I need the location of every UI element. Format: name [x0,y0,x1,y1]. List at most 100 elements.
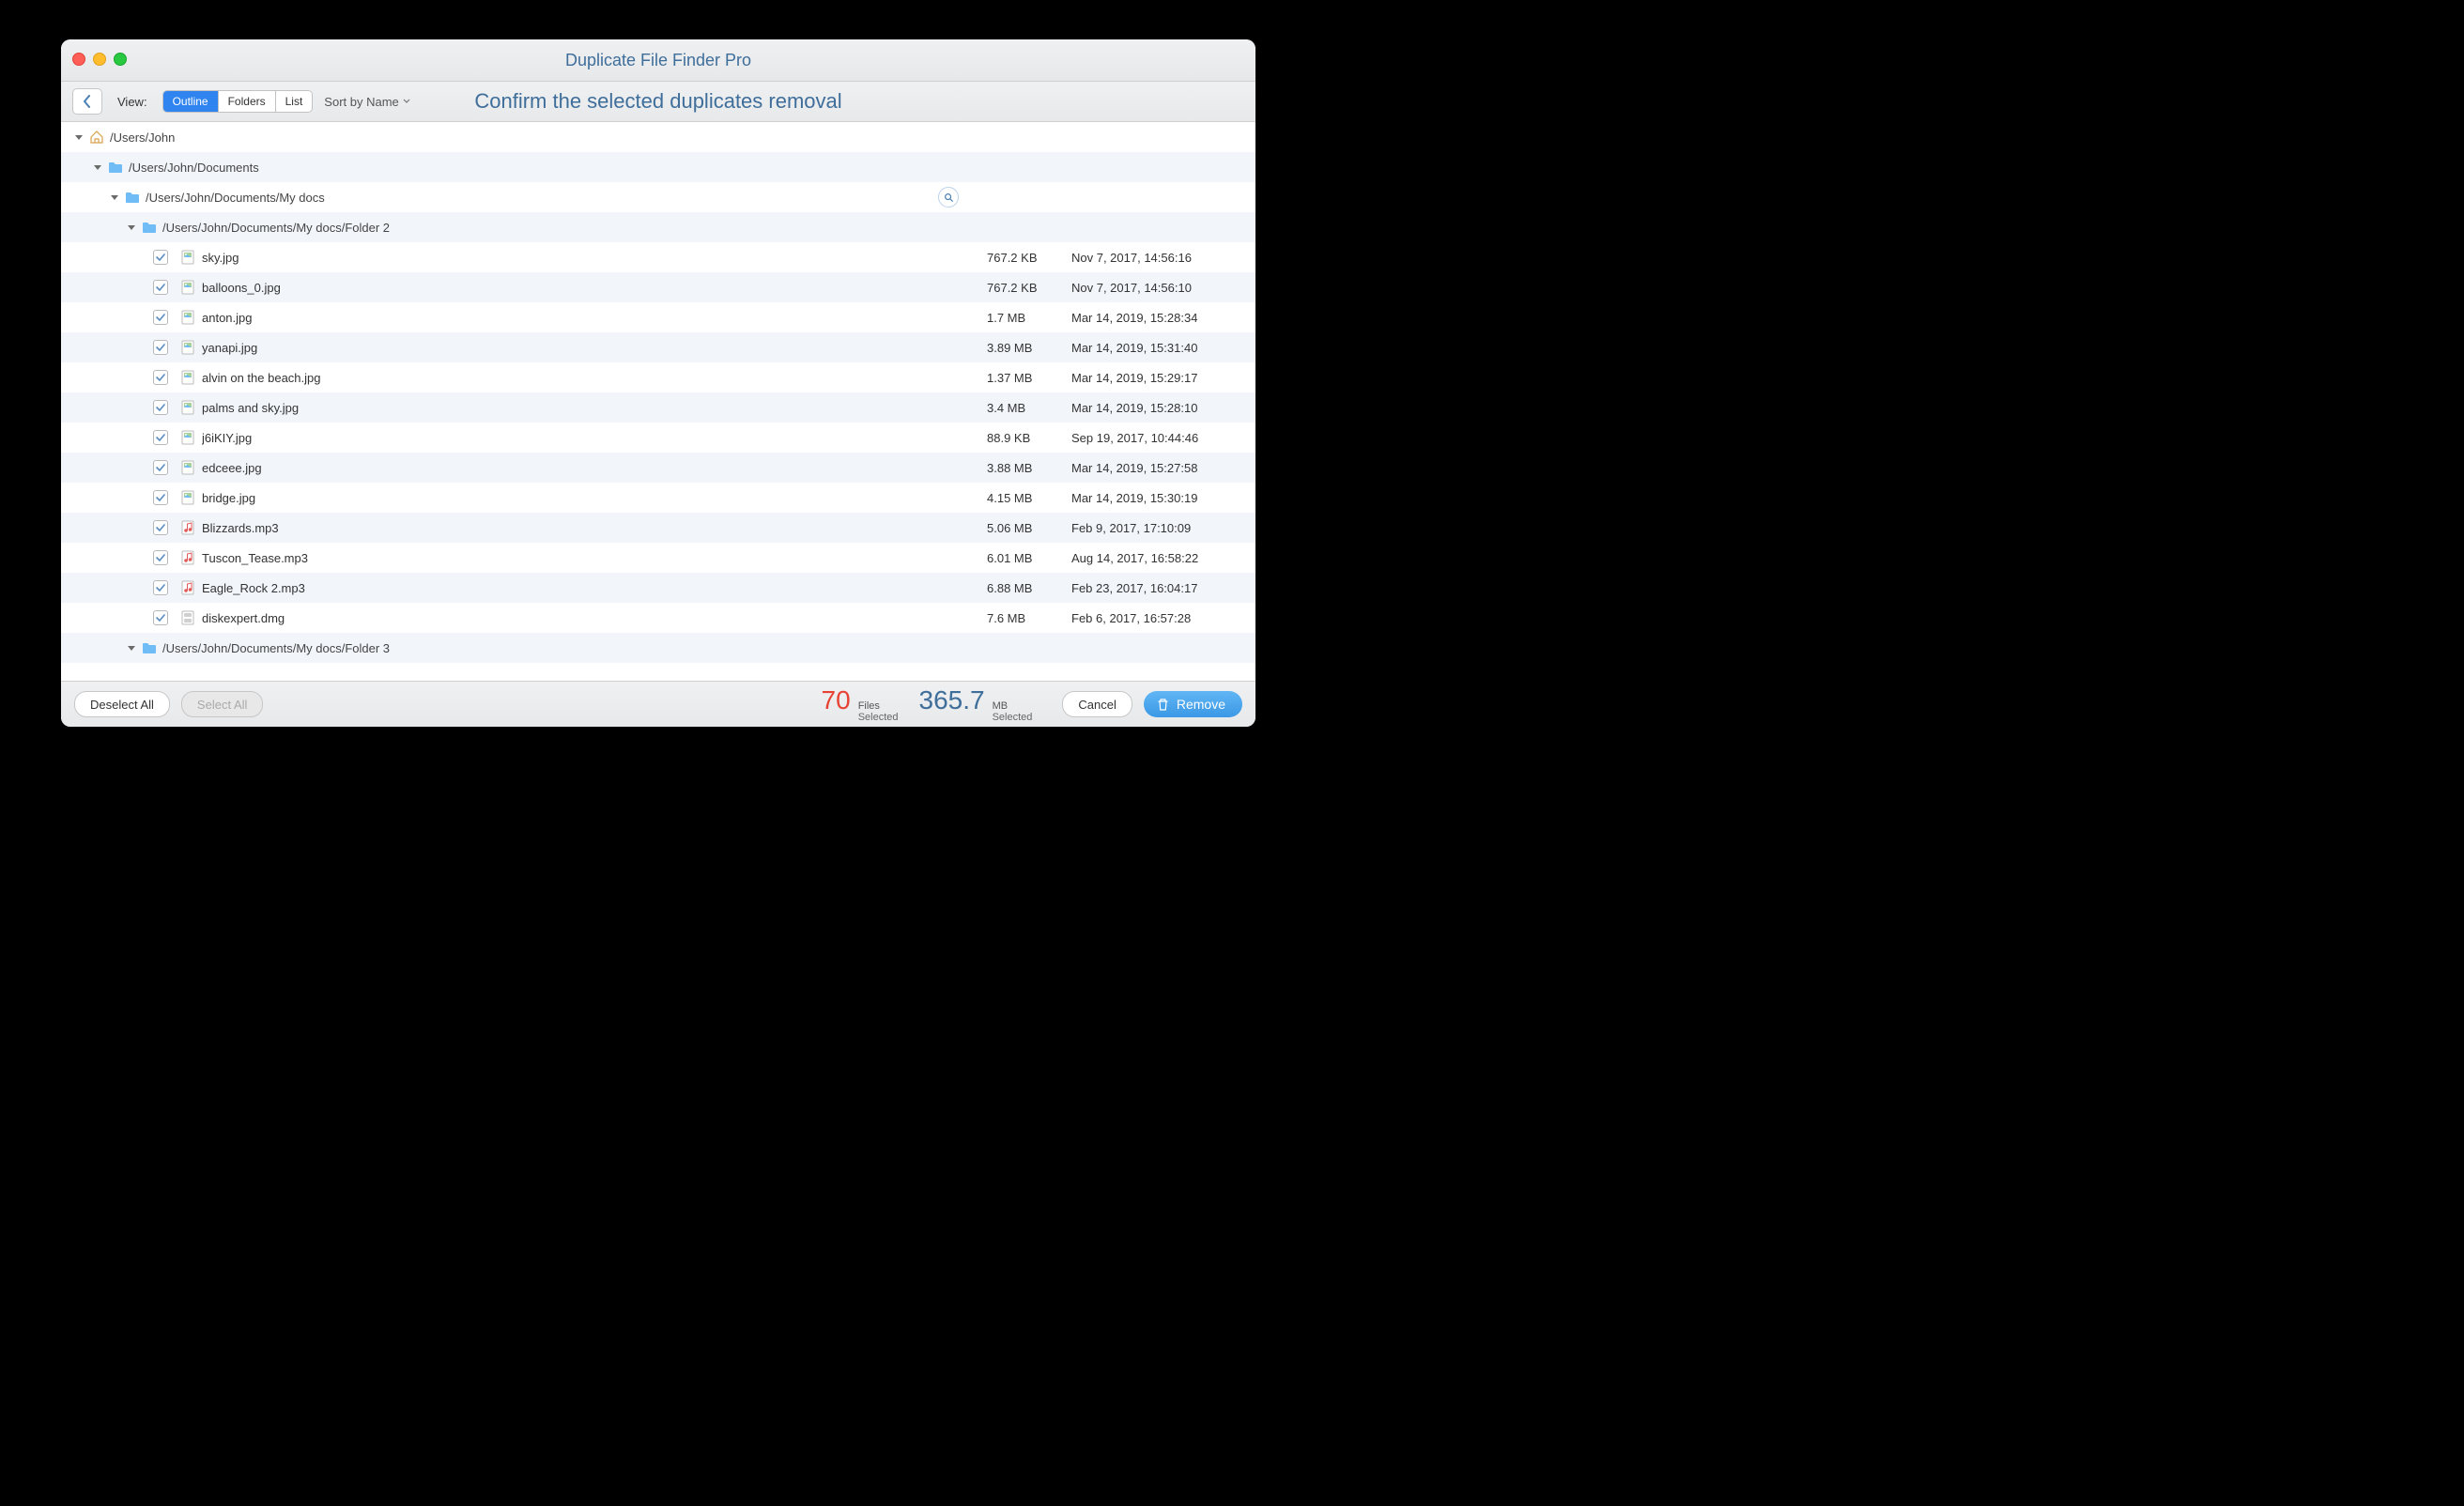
size-selected-stat: 365.7 MB Selected [919,685,1033,723]
file-checkbox[interactable] [153,340,168,355]
sort-dropdown[interactable]: Sort by Name [324,95,409,109]
zoom-window-icon[interactable] [114,53,127,66]
sort-label: Sort by Name [324,95,398,109]
toolbar: View: Outline Folders List Sort by Name … [61,82,1255,122]
back-button[interactable] [72,88,102,115]
file-name: bridge.jpg [202,491,987,505]
select-all-button[interactable]: Select All [181,691,263,717]
file-name: balloons_0.jpg [202,281,987,295]
app-window: Duplicate File Finder Pro View: Outline … [61,39,1255,727]
file-type-icon [181,550,194,565]
file-checkbox[interactable] [153,310,168,325]
file-row[interactable]: alvin on the beach.jpg1.37 MBMar 14, 201… [61,362,1255,392]
file-row[interactable]: yanapi.jpg3.89 MBMar 14, 2019, 15:31:40 [61,332,1255,362]
file-size: 767.2 KB [987,281,1071,295]
file-checkbox[interactable] [153,250,168,265]
folder-row[interactable]: /Users/John/Documents/My docs/Folder 2 [61,212,1255,242]
tab-list[interactable]: List [276,91,313,112]
home-icon [89,131,104,144]
trash-icon [1157,698,1169,712]
file-size: 6.88 MB [987,581,1071,595]
file-type-icon [181,580,194,595]
files-label: Files [858,700,899,712]
disclosure-triangle-icon[interactable] [110,192,119,202]
file-checkbox[interactable] [153,490,168,505]
file-checkbox[interactable] [153,610,168,625]
file-type-icon [181,370,194,385]
file-checkbox[interactable] [153,430,168,445]
file-row[interactable]: Tuscon_Tease.mp36.01 MBAug 14, 2017, 16:… [61,543,1255,573]
file-row[interactable]: j6iKIY.jpg88.9 KBSep 19, 2017, 10:44:46 [61,423,1255,453]
file-type-icon [181,490,194,505]
disclosure-triangle-icon[interactable] [93,162,102,172]
check-icon [156,583,165,592]
search-icon [944,192,954,203]
folder-row[interactable]: /Users/John/Documents/My docs [61,182,1255,212]
file-size: 767.2 KB [987,251,1071,265]
check-icon [156,373,165,382]
file-row[interactable]: sky.jpg767.2 KBNov 7, 2017, 14:56:16 [61,242,1255,272]
file-size: 1.37 MB [987,371,1071,385]
file-size: 4.15 MB [987,491,1071,505]
file-row[interactable]: Eagle_Rock 2.mp36.88 MBFeb 23, 2017, 16:… [61,573,1255,603]
file-type-icon [181,250,194,265]
file-date: Feb 9, 2017, 17:10:09 [1071,521,1240,535]
size-unit: MB [993,700,1033,712]
file-type-icon [181,610,194,625]
file-row[interactable]: Blizzards.mp35.06 MBFeb 9, 2017, 17:10:0… [61,513,1255,543]
remove-button[interactable]: Remove [1144,691,1242,717]
check-icon [156,613,165,622]
file-checkbox[interactable] [153,580,168,595]
footer: Deselect All Select All 70 Files Selecte… [61,681,1255,727]
file-row[interactable]: edceee.jpg3.88 MBMar 14, 2019, 15:27:58 [61,453,1255,483]
titlebar: Duplicate File Finder Pro [61,39,1255,82]
file-date: Feb 23, 2017, 16:04:17 [1071,581,1240,595]
cancel-button[interactable]: Cancel [1062,691,1132,717]
file-row[interactable]: diskexpert.dmg7.6 MBFeb 6, 2017, 16:57:2… [61,603,1255,633]
check-icon [156,253,165,262]
check-icon [156,313,165,322]
chevron-down-icon [403,99,410,104]
file-type-icon [181,400,194,415]
file-checkbox[interactable] [153,370,168,385]
folder-icon [142,641,157,654]
tab-outline[interactable]: Outline [163,91,219,112]
file-row[interactable]: balloons_0.jpg767.2 KBNov 7, 2017, 14:56… [61,272,1255,302]
search-in-folder-button[interactable] [938,187,959,207]
file-size: 6.01 MB [987,551,1071,565]
folder-path: /Users/John/Documents/My docs [146,191,987,205]
folder-row-root[interactable]: /Users/John [61,122,1255,152]
minimize-window-icon[interactable] [93,53,106,66]
file-name: Eagle_Rock 2.mp3 [202,581,987,595]
folder-path: /Users/John/Documents/My docs/Folder 2 [162,221,1240,235]
file-checkbox[interactable] [153,400,168,415]
file-date: Mar 14, 2019, 15:30:19 [1071,491,1240,505]
tab-folders[interactable]: Folders [219,91,276,112]
file-checkbox[interactable] [153,520,168,535]
file-checkbox[interactable] [153,460,168,475]
folder-row[interactable]: /Users/John/Documents/My docs/Folder 3 [61,633,1255,663]
check-icon [156,343,165,352]
close-window-icon[interactable] [72,53,85,66]
view-mode-segment: Outline Folders List [162,90,314,113]
files-count: 70 [822,685,851,715]
file-type-icon [181,340,194,355]
disclosure-triangle-icon[interactable] [74,132,84,142]
folder-row[interactable]: /Users/John/Documents [61,152,1255,182]
file-row[interactable]: palms and sky.jpg3.4 MBMar 14, 2019, 15:… [61,392,1255,423]
deselect-all-button[interactable]: Deselect All [74,691,170,717]
file-name: alvin on the beach.jpg [202,371,987,385]
file-row[interactable]: bridge.jpg4.15 MBMar 14, 2019, 15:30:19 [61,483,1255,513]
file-checkbox[interactable] [153,550,168,565]
file-type-icon [181,430,194,445]
disclosure-triangle-icon[interactable] [127,223,136,232]
file-checkbox[interactable] [153,280,168,295]
file-size: 1.7 MB [987,311,1071,325]
file-date: Mar 14, 2019, 15:27:58 [1071,461,1240,475]
size-value: 365.7 [919,685,985,715]
folder-path: /Users/John/Documents/My docs/Folder 3 [162,641,1240,655]
check-icon [156,283,165,292]
disclosure-triangle-icon[interactable] [127,643,136,653]
file-row[interactable]: anton.jpg1.7 MBMar 14, 2019, 15:28:34 [61,302,1255,332]
remove-label: Remove [1177,697,1225,712]
